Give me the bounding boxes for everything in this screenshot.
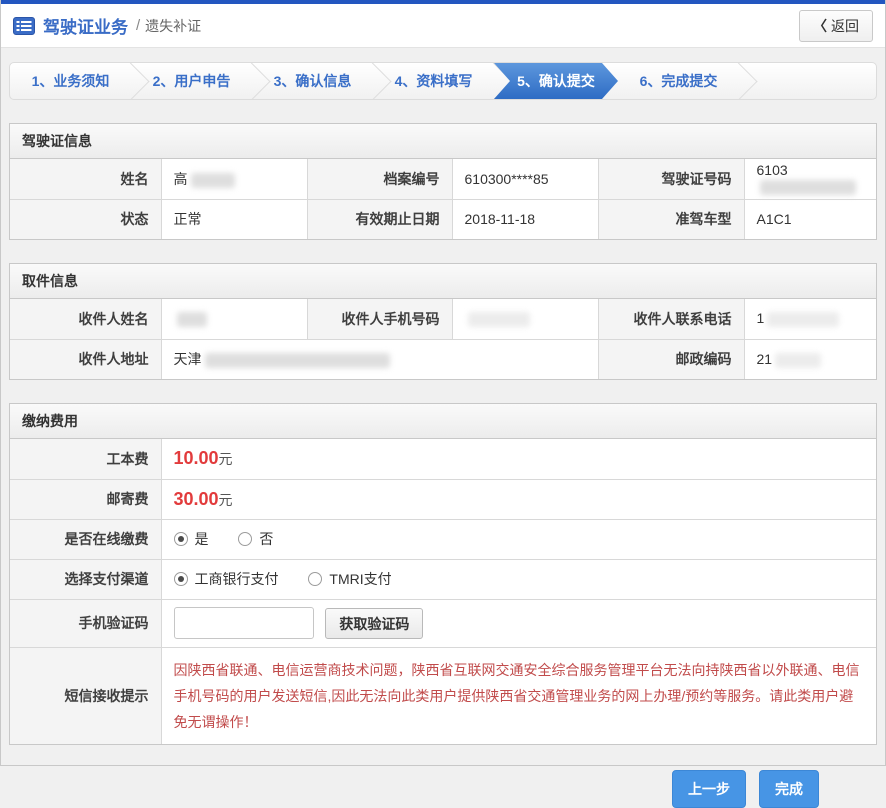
- license-business-icon: [13, 17, 35, 35]
- sms-code-input[interactable]: [174, 607, 314, 639]
- pay-channel-options: 工商银行支付 TMRI支付: [161, 559, 876, 599]
- redaction-blur: [468, 312, 530, 327]
- redaction-blur: [767, 312, 839, 327]
- license-info-section: 驾驶证信息 姓名 高 档案编号 610300****85 驾驶证号码 6103 …: [9, 123, 877, 240]
- channel-icbc-label[interactable]: 工商银行支付: [195, 571, 279, 587]
- back-chevron-icon: 〈: [813, 18, 827, 34]
- status-label: 状态: [10, 199, 161, 239]
- redaction-blur: [775, 353, 821, 368]
- postal-code-value: 21: [744, 339, 876, 379]
- status-value: 正常: [161, 199, 307, 239]
- sms-notice-text: 因陕西省联通、电信运营商技术问题，陕西省互联网交通安全综合服务管理平台无法向持陕…: [162, 648, 877, 744]
- license-number-value: 6103: [744, 159, 876, 199]
- sms-notice-cell: 因陕西省联通、电信运营商技术问题，陕西省互联网交通安全综合服务管理平台无法向持陕…: [161, 647, 876, 744]
- name-label: 姓名: [10, 159, 161, 199]
- payment-table: 工本费 10.00元 邮寄费 30.00元 是否在线缴费 是 否 选择支付渠道 …: [10, 439, 876, 744]
- step-1-business-notice[interactable]: 1、业务须知: [10, 63, 131, 99]
- table-row: 手机验证码 获取验证码: [10, 599, 876, 647]
- sms-code-field: 获取验证码: [161, 599, 876, 647]
- mail-fee-amount: 30.00: [174, 489, 219, 509]
- work-fee-amount: 10.00: [174, 448, 219, 468]
- page-title: 驾驶证业务: [43, 13, 128, 38]
- finish-button[interactable]: 完成: [759, 770, 819, 808]
- expiry-value: 2018-11-18: [452, 199, 598, 239]
- table-row: 是否在线缴费 是 否: [10, 519, 876, 559]
- expiry-label: 有效期止日期: [307, 199, 452, 239]
- license-number-label: 驾驶证号码: [598, 159, 744, 199]
- online-pay-no-radio[interactable]: [238, 532, 252, 546]
- redaction-blur: [191, 173, 235, 188]
- license-info-title: 驾驶证信息: [10, 124, 876, 159]
- table-row: 姓名 高 档案编号 610300****85 驾驶证号码 6103: [10, 159, 876, 199]
- redaction-blur: [177, 312, 207, 327]
- online-pay-no-label[interactable]: 否: [259, 531, 273, 547]
- footer-actions: 上一步 完成: [9, 770, 877, 808]
- table-row: 选择支付渠道 工商银行支付 TMRI支付: [10, 559, 876, 599]
- work-fee-unit: 元: [219, 451, 233, 467]
- breadcrumb-current: 遗失补证: [145, 16, 201, 36]
- table-row: 状态 正常 有效期止日期 2018-11-18 准驾车型 A1C1: [10, 199, 876, 239]
- sms-notice-label: 短信接收提示: [10, 647, 161, 744]
- recipient-phone-value: 1: [744, 299, 876, 339]
- recipient-phone-label: 收件人联系电话: [598, 299, 744, 339]
- pickup-info-table: 收件人姓名 收件人手机号码 收件人联系电话 1 收件人地址 天津 邮政编码 21: [10, 299, 876, 379]
- recipient-name-value: [161, 299, 307, 339]
- license-info-table: 姓名 高 档案编号 610300****85 驾驶证号码 6103 状态 正常 …: [10, 159, 876, 239]
- pay-channel-label: 选择支付渠道: [10, 559, 161, 599]
- recipient-mobile-label: 收件人手机号码: [307, 299, 452, 339]
- online-pay-label: 是否在线缴费: [10, 519, 161, 559]
- table-row: 收件人姓名 收件人手机号码 收件人联系电话 1: [10, 299, 876, 339]
- step-wizard: 1、业务须知 2、用户申告 3、确认信息 4、资料填写 5、确认提交 6、完成提…: [9, 62, 877, 100]
- recipient-address-value: 天津: [161, 339, 598, 379]
- online-pay-options: 是 否: [161, 519, 876, 559]
- main-content: 1、业务须知 2、用户申告 3、确认信息 4、资料填写 5、确认提交 6、完成提…: [1, 48, 885, 808]
- pickup-info-title: 取件信息: [10, 264, 876, 299]
- get-code-button[interactable]: 获取验证码: [325, 608, 423, 639]
- channel-tmri-radio[interactable]: [308, 572, 322, 586]
- pickup-info-section: 取件信息 收件人姓名 收件人手机号码 收件人联系电话 1 收件人地址 天津 邮政…: [9, 263, 877, 380]
- online-pay-yes-radio[interactable]: [174, 532, 188, 546]
- mail-fee-label: 邮寄费: [10, 479, 161, 519]
- sms-code-label: 手机验证码: [10, 599, 161, 647]
- work-fee-value: 10.00元: [161, 439, 876, 479]
- name-value: 高: [161, 159, 307, 199]
- redaction-blur: [760, 180, 856, 195]
- back-button[interactable]: 〈返回: [799, 10, 873, 42]
- prev-step-button[interactable]: 上一步: [672, 770, 746, 808]
- file-number-label: 档案编号: [307, 159, 452, 199]
- vehicle-class-value: A1C1: [744, 199, 876, 239]
- work-fee-label: 工本费: [10, 439, 161, 479]
- step-6-complete-submit[interactable]: 6、完成提交: [618, 63, 739, 99]
- table-row: 收件人地址 天津 邮政编码 21: [10, 339, 876, 379]
- channel-icbc-radio[interactable]: [174, 572, 188, 586]
- payment-section: 缴纳费用 工本费 10.00元 邮寄费 30.00元 是否在线缴费 是 否 选择…: [9, 403, 877, 745]
- step-5-confirm-submit[interactable]: 5、确认提交: [494, 63, 618, 99]
- table-row: 短信接收提示 因陕西省联通、电信运营商技术问题，陕西省互联网交通安全综合服务管理…: [10, 647, 876, 744]
- file-number-value: 610300****85: [452, 159, 598, 199]
- mail-fee-value: 30.00元: [161, 479, 876, 519]
- vehicle-class-label: 准驾车型: [598, 199, 744, 239]
- channel-tmri-label[interactable]: TMRI支付: [329, 571, 391, 587]
- payment-title: 缴纳费用: [10, 404, 876, 439]
- breadcrumb-divider: /: [136, 17, 140, 34]
- online-pay-yes-label[interactable]: 是: [195, 531, 209, 547]
- recipient-address-label: 收件人地址: [10, 339, 161, 379]
- postal-code-label: 邮政编码: [598, 339, 744, 379]
- recipient-name-label: 收件人姓名: [10, 299, 161, 339]
- table-row: 工本费 10.00元: [10, 439, 876, 479]
- mail-fee-unit: 元: [219, 492, 233, 508]
- table-row: 邮寄费 30.00元: [10, 479, 876, 519]
- page-header: 驾驶证业务 / 遗失补证 〈返回: [1, 4, 885, 48]
- redaction-blur: [205, 353, 390, 368]
- recipient-mobile-value: [452, 299, 598, 339]
